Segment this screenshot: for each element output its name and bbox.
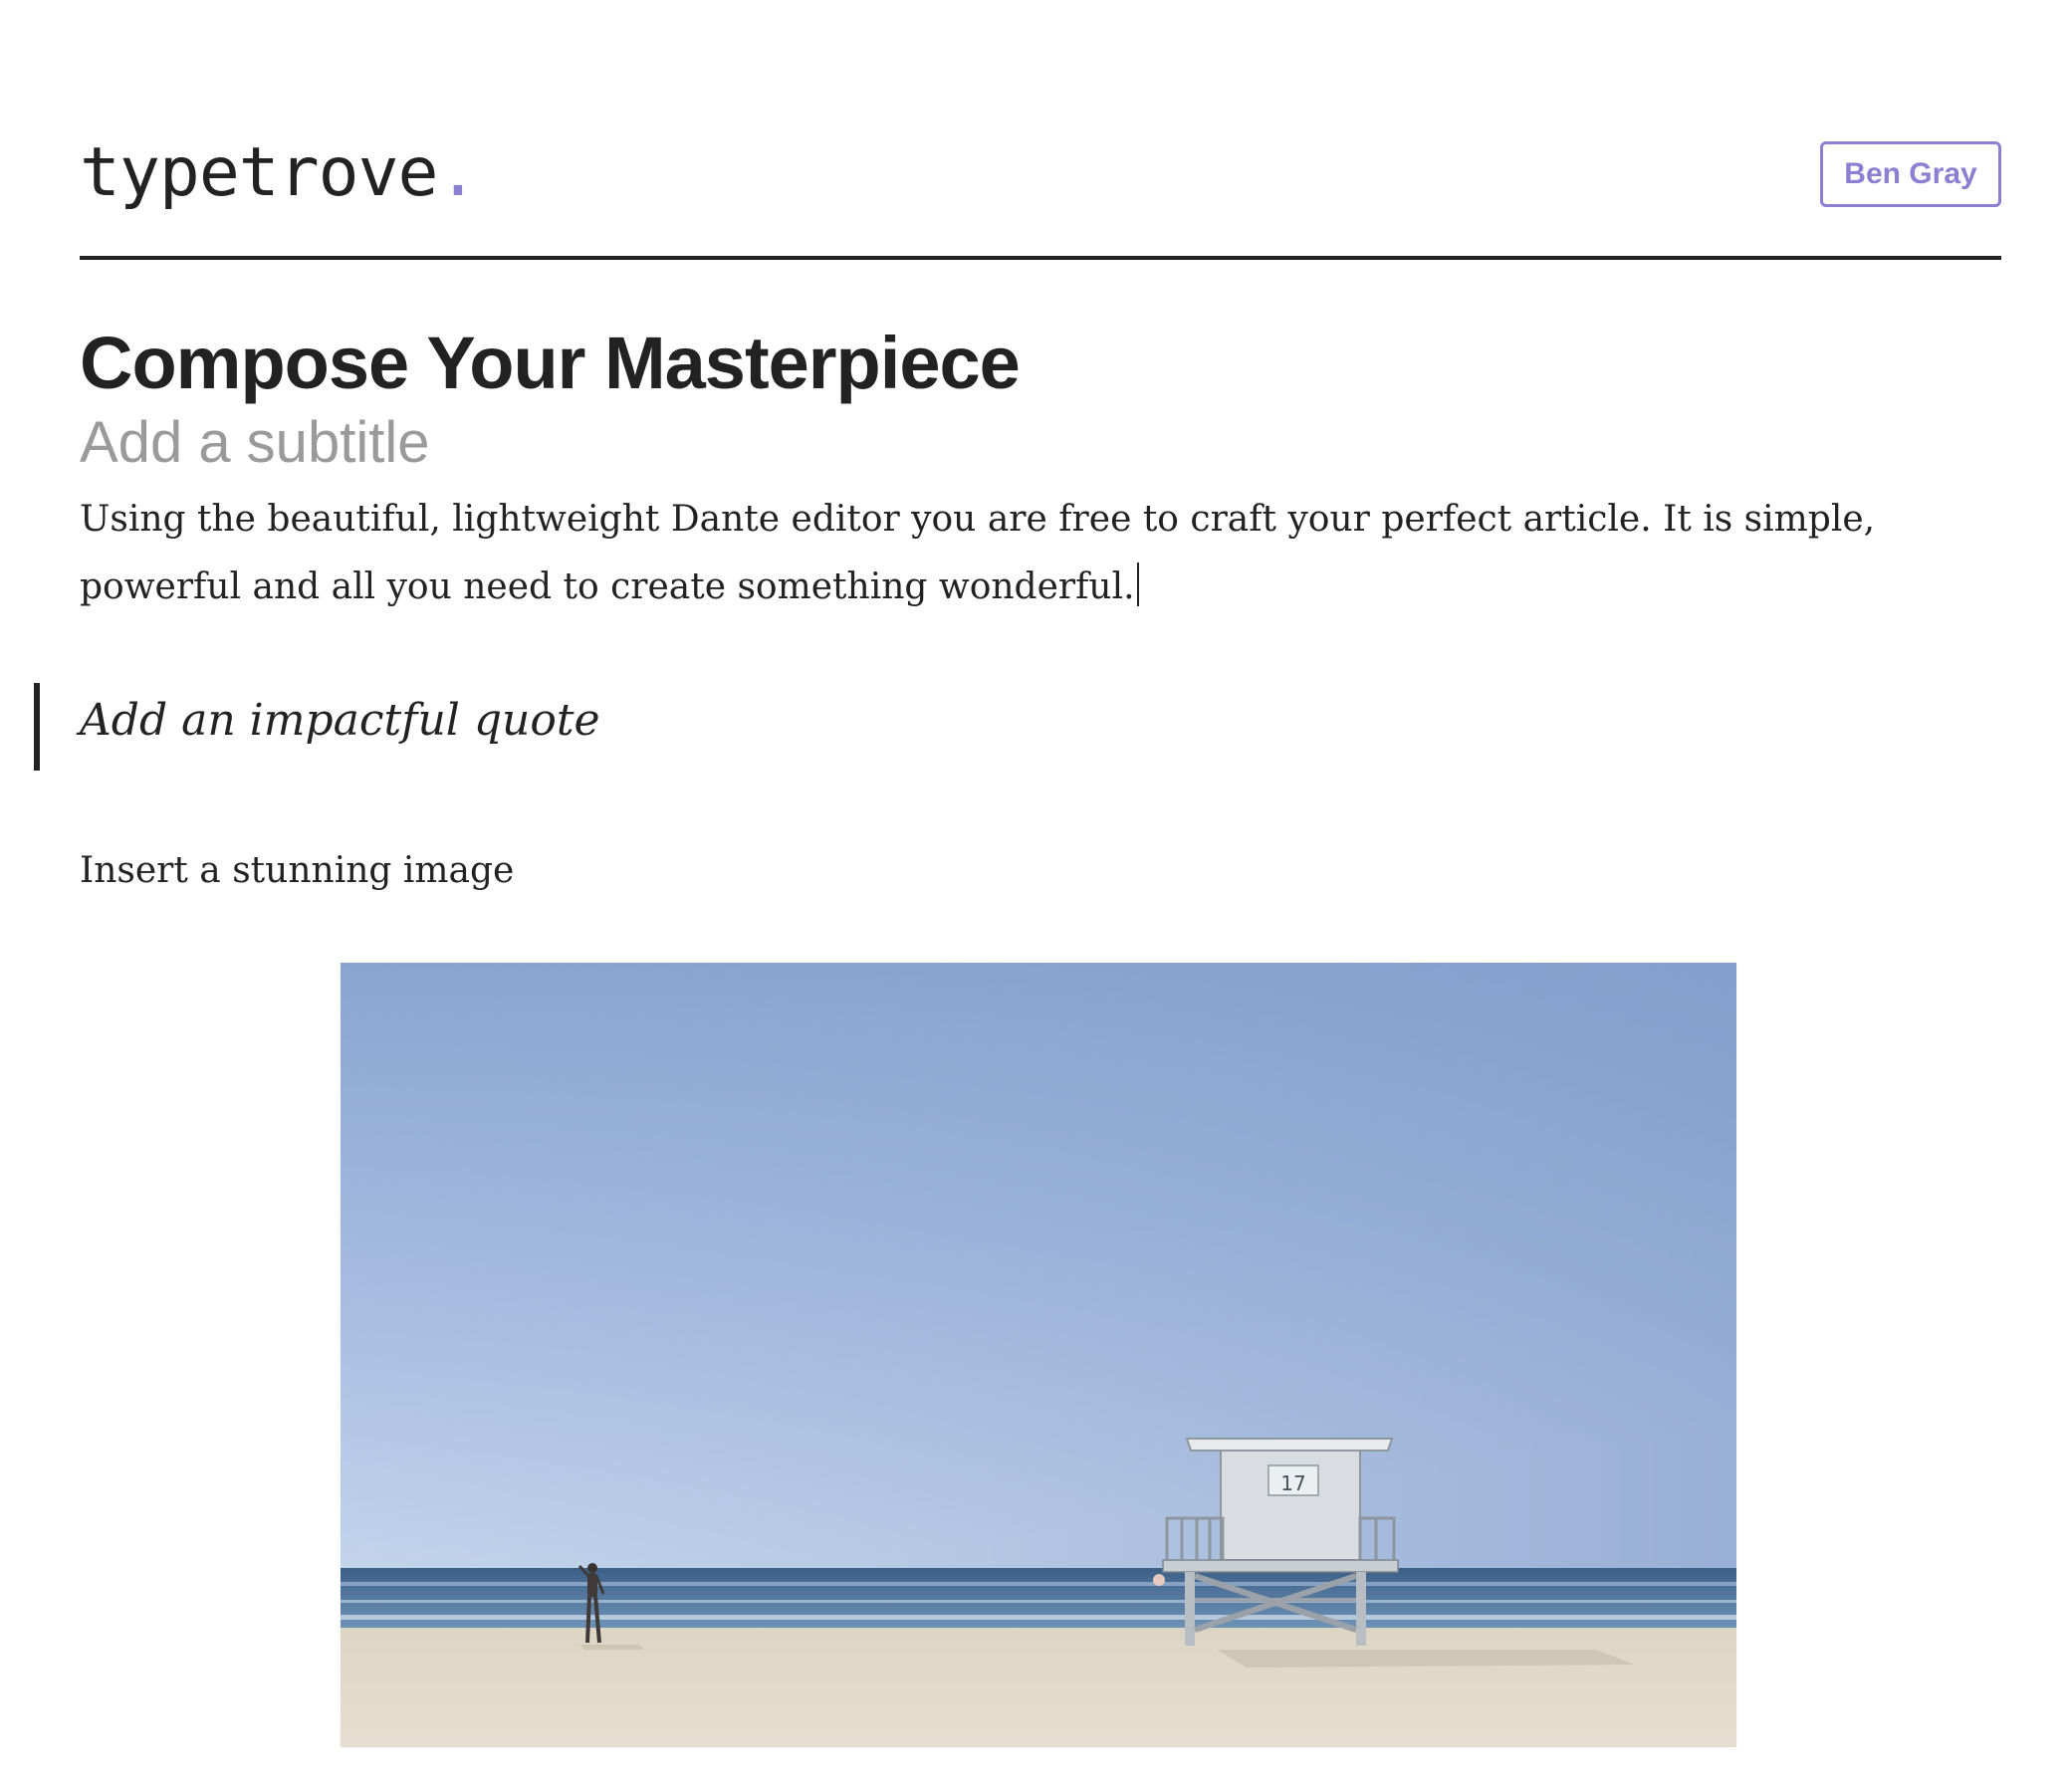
tower-number: 17: [1280, 1471, 1305, 1495]
wave-line: [341, 1600, 1736, 1603]
sand: [341, 1628, 1736, 1747]
site-header: typetrove. Ben Gray: [80, 129, 2001, 259]
user-menu-button[interactable]: Ben Gray: [1820, 141, 2001, 207]
beach-image[interactable]: 17: [341, 963, 1736, 1747]
subtitle-placeholder[interactable]: Add a subtitle: [80, 408, 2001, 478]
text-cursor: [1136, 562, 1139, 606]
blockquote-bar: [34, 683, 40, 771]
sea: [341, 1568, 1736, 1630]
header-divider: [80, 256, 2001, 260]
blockquote[interactable]: Add an impactful quote: [80, 677, 600, 765]
article-body-paragraph[interactable]: Using the beautiful, lightweight Dante e…: [80, 486, 1902, 621]
beach-photo-illustration: 17: [341, 963, 1736, 1747]
image-prompt-paragraph[interactable]: Insert a stunning image: [80, 841, 514, 901]
wave-line: [341, 1615, 1736, 1620]
sky-shade: [341, 963, 1736, 1570]
person-shadow: [579, 1645, 644, 1650]
logo[interactable]: typetrove.: [80, 139, 478, 207]
editor-area[interactable]: Compose Your Masterpiece Add a subtitle …: [80, 319, 2001, 891]
article-title[interactable]: Compose Your Masterpiece: [80, 319, 2001, 408]
wave-line: [341, 1582, 1736, 1586]
logo-text: typetrove: [80, 133, 438, 212]
tower-shadow: [1217, 1650, 1635, 1668]
logo-dot: .: [437, 133, 478, 212]
body-text: Using the beautiful, lightweight Dante e…: [80, 499, 1876, 607]
